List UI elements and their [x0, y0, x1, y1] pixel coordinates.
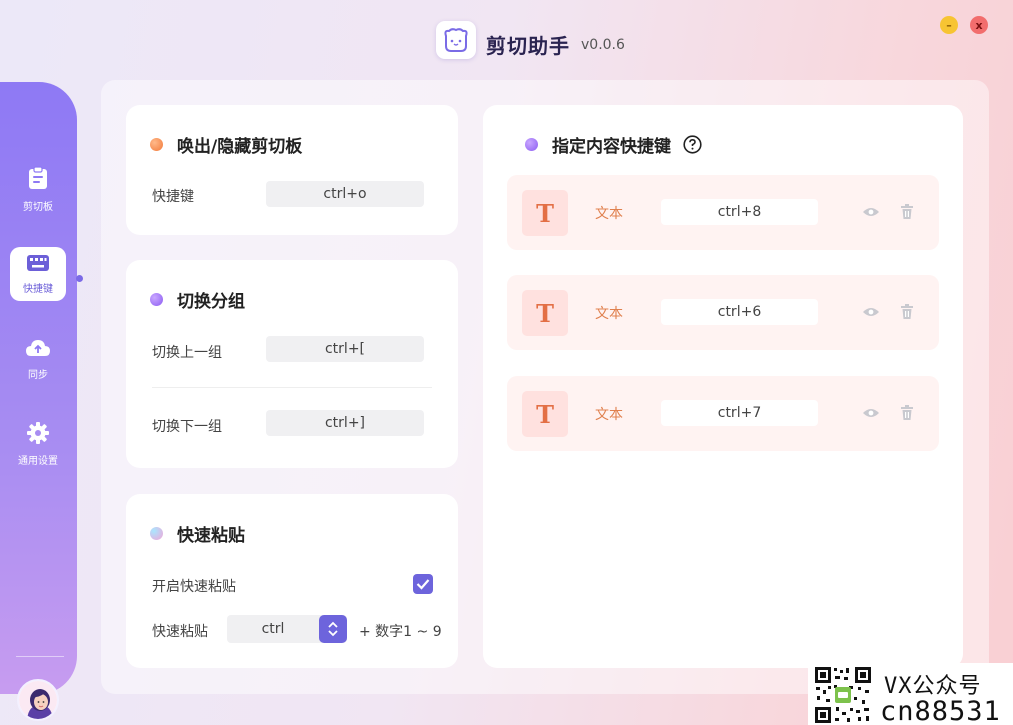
type-label: 文本 — [595, 206, 623, 222]
clipboard-icon — [27, 165, 49, 194]
modifier-select-value: ctrl — [261, 621, 285, 637]
card-title: 指定内容快捷键 — [525, 132, 702, 157]
sidebar-item-shortcuts[interactable]: 快捷键 — [10, 247, 66, 301]
qr-code-icon — [814, 666, 872, 724]
text-type-icon: T — [522, 190, 568, 236]
card-title: 切换分组 — [150, 287, 245, 312]
sidebar-item-label: 快捷键 — [23, 283, 53, 295]
sidebar-item-label: 剪切板 — [23, 201, 53, 213]
shortcut-row: T 文本 ctrl+6 — [507, 275, 939, 350]
question-circle-icon[interactable] — [683, 135, 702, 154]
gear-icon — [27, 421, 49, 448]
content-card-title-text: 指定内容快捷键 — [552, 137, 671, 157]
user-avatar[interactable] — [17, 679, 59, 721]
enable-quick-paste-checkbox[interactable] — [413, 574, 433, 594]
toggle-shortcut-input[interactable]: ctrl+o — [266, 181, 424, 207]
row-shortcut-input[interactable]: ctrl+6 — [661, 299, 818, 325]
up-down-arrows-icon[interactable] — [319, 615, 347, 643]
gradient-dot-icon — [150, 527, 163, 540]
check-icon — [416, 579, 430, 590]
sidebar: 剪切板 快捷键 同步 通用设置 — [0, 82, 77, 721]
shortcut-row: T 文本 ctrl+7 — [507, 376, 939, 451]
eye-icon[interactable] — [862, 304, 880, 320]
sidebar-item-label: 同步 — [28, 369, 48, 381]
eye-icon[interactable] — [862, 405, 880, 421]
quick-paste-label: 快速粘贴 — [152, 624, 208, 640]
row-shortcut-input[interactable]: ctrl+7 — [661, 400, 818, 426]
quick-paste-card: 快速粘贴 开启快速粘贴 快速粘贴 ctrl + 数字1 ~ 9 — [126, 494, 458, 668]
prev-group-shortcut-input[interactable]: ctrl+[ — [266, 336, 424, 362]
watermark: VX公众号 cn88531 — [808, 663, 1013, 725]
sidebar-item-settings[interactable]: 通用设置 — [10, 417, 66, 471]
orange-dot-icon — [150, 138, 163, 151]
purple-dot-icon — [150, 293, 163, 306]
sidebar-item-label: 通用设置 — [18, 455, 58, 467]
switch-group-card: 切换分组 切换上一组 ctrl+[ 切换下一组 ctrl+] — [126, 260, 458, 468]
next-group-label: 切换下一组 — [152, 419, 222, 435]
row-shortcut-input[interactable]: ctrl+8 — [661, 199, 818, 225]
type-label: 文本 — [595, 306, 623, 322]
next-group-shortcut-input[interactable]: ctrl+] — [266, 410, 424, 436]
card-title: 唤出/隐藏剪切板 — [150, 132, 302, 157]
close-button[interactable]: x — [970, 16, 988, 34]
trash-icon[interactable] — [898, 204, 916, 220]
paste-card-title-text: 快速粘贴 — [177, 526, 245, 546]
sidebar-item-sync[interactable]: 同步 — [10, 332, 66, 386]
cloud-sync-icon — [25, 338, 51, 362]
trash-icon[interactable] — [898, 304, 916, 320]
eye-icon[interactable] — [862, 204, 880, 220]
enable-quick-paste-label: 开启快速粘贴 — [152, 579, 236, 595]
watermark-line2: cn88531 — [880, 696, 1001, 725]
main-panel: 唤出/隐藏剪切板 快捷键 ctrl+o 切换分组 切换上一组 ctrl+[ 切换… — [101, 80, 989, 694]
toggle-card-title-text: 唤出/隐藏剪切板 — [177, 137, 303, 157]
app-version: v0.0.6 — [581, 37, 625, 53]
digit-suffix-text: + 数字1 ~ 9 — [359, 624, 442, 640]
shortcut-label: 快捷键 — [152, 189, 194, 205]
modifier-select[interactable]: ctrl — [227, 615, 347, 643]
prev-group-label: 切换上一组 — [152, 345, 222, 361]
divider — [152, 387, 432, 388]
app-header: 剪切助手 v0.0.6 – x — [0, 0, 1013, 80]
purple-dot-icon — [525, 138, 538, 151]
shortcut-row: T 文本 ctrl+8 — [507, 175, 939, 250]
toggle-clipboard-card: 唤出/隐藏剪切板 快捷键 ctrl+o — [126, 105, 458, 235]
sidebar-divider — [16, 656, 64, 657]
keyboard-icon — [26, 254, 50, 276]
active-indicator-dot — [76, 275, 83, 282]
type-label: 文本 — [595, 407, 623, 423]
group-card-title-text: 切换分组 — [177, 292, 245, 312]
sidebar-item-clipboard[interactable]: 剪切板 — [10, 162, 66, 216]
text-type-icon: T — [522, 391, 568, 437]
app-title: 剪切助手 — [486, 34, 570, 58]
content-shortcut-card: 指定内容快捷键 T 文本 ctrl+8 T 文本 ctrl+6 T 文本 ctr… — [483, 105, 963, 668]
card-title: 快速粘贴 — [150, 521, 245, 546]
app-logo-icon — [436, 21, 476, 59]
minimize-button[interactable]: – — [940, 16, 958, 34]
text-type-icon: T — [522, 290, 568, 336]
trash-icon[interactable] — [898, 405, 916, 421]
